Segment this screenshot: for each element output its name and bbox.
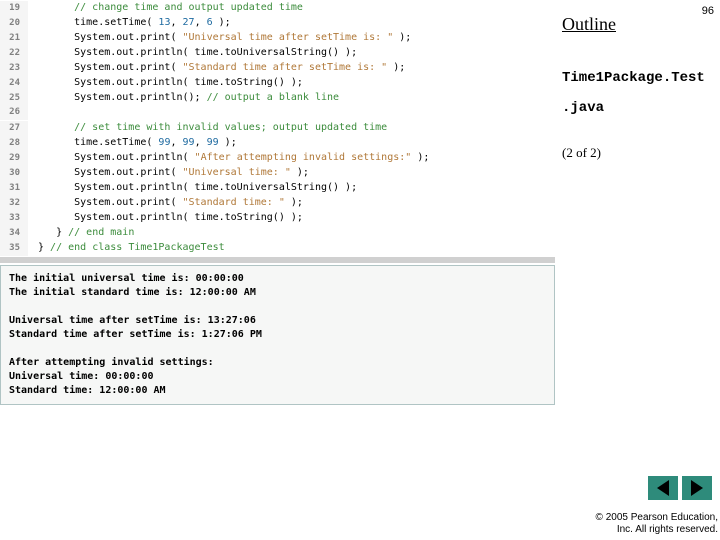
line-number: 30 — [0, 166, 28, 181]
code-content: System.out.println( time.toUniversalStri… — [28, 180, 555, 195]
line-number: 28 — [0, 136, 28, 151]
code-line: 27 // set time with invalid values; outp… — [0, 120, 555, 135]
code-line: 26 — [0, 105, 555, 120]
line-number: 26 — [0, 105, 28, 120]
code-content: System.out.println(); // output a blank … — [28, 90, 555, 105]
code-line: 35} // end class Time1PackageTest — [0, 240, 555, 255]
line-number: 20 — [0, 16, 28, 31]
file-name-line1: Time1Package.Test — [562, 70, 705, 86]
code-editor: 19 // change time and output updated tim… — [0, 0, 555, 405]
file-name-line2: .java — [562, 100, 604, 116]
code-line: 33 System.out.println( time.toString() )… — [0, 210, 555, 225]
code-line: 31 System.out.println( time.toUniversalS… — [0, 180, 555, 195]
code-line: 20 time.setTime( 13, 27, 6 ); — [0, 15, 555, 30]
code-line: 28 time.setTime( 99, 99, 99 ); — [0, 135, 555, 150]
prev-button[interactable] — [648, 476, 678, 500]
line-number: 24 — [0, 76, 28, 91]
code-line: 30 System.out.print( "Universal time: " … — [0, 165, 555, 180]
code-content: System.out.println( time.toString() ); — [28, 75, 555, 90]
code-line: 29 System.out.println( "After attempting… — [0, 150, 555, 165]
code-content: System.out.println( "After attempting in… — [28, 150, 555, 165]
console-output: The initial universal time is: 00:00:00 … — [0, 265, 555, 405]
outline-heading: Outline — [562, 14, 616, 35]
line-number: 19 — [0, 1, 28, 16]
code-line: 25 System.out.println(); // output a bla… — [0, 90, 555, 105]
code-content: time.setTime( 99, 99, 99 ); — [28, 135, 555, 150]
code-content: System.out.print( "Universal time after … — [28, 30, 555, 45]
sidebar: 96 Outline Time1Package.Test .java (2 of… — [560, 0, 720, 540]
code-line: 34 } // end main — [0, 225, 555, 240]
line-number: 25 — [0, 91, 28, 106]
page-indicator: (2 of 2) — [562, 145, 601, 161]
line-number: 32 — [0, 196, 28, 211]
line-number: 31 — [0, 181, 28, 196]
split-bar — [0, 257, 555, 263]
code-content: // change time and output updated time — [28, 0, 555, 15]
line-number: 29 — [0, 151, 28, 166]
code-line: 24 System.out.println( time.toString() )… — [0, 75, 555, 90]
code-content: time.setTime( 13, 27, 6 ); — [28, 15, 555, 30]
copyright-text: © 2005 Pearson Education, Inc. All right… — [558, 512, 718, 536]
code-line: 19 // change time and output updated tim… — [0, 0, 555, 15]
code-line: 32 System.out.print( "Standard time: " )… — [0, 195, 555, 210]
line-number: 22 — [0, 46, 28, 61]
code-content: } // end main — [28, 225, 555, 240]
line-number: 27 — [0, 121, 28, 136]
line-number: 33 — [0, 211, 28, 226]
triangle-left-icon — [657, 480, 669, 496]
page-number: 96 — [702, 5, 714, 17]
code-line: 21 System.out.print( "Universal time aft… — [0, 30, 555, 45]
code-content: System.out.println( time.toString() ); — [28, 210, 555, 225]
code-content: System.out.print( "Standard time after s… — [28, 60, 555, 75]
code-content: } // end class Time1PackageTest — [28, 240, 555, 255]
line-number: 35 — [0, 241, 28, 256]
code-content: // set time with invalid values; output … — [28, 120, 555, 135]
code-content: System.out.print( "Standard time: " ); — [28, 195, 555, 210]
next-button[interactable] — [682, 476, 712, 500]
line-number: 21 — [0, 31, 28, 46]
code-line: 23 System.out.print( "Standard time afte… — [0, 60, 555, 75]
line-number: 23 — [0, 61, 28, 76]
nav-buttons — [648, 476, 712, 500]
triangle-right-icon — [691, 480, 703, 496]
code-content: System.out.println( time.toUniversalStri… — [28, 45, 555, 60]
line-number: 34 — [0, 226, 28, 241]
code-line: 22 System.out.println( time.toUniversalS… — [0, 45, 555, 60]
code-content: System.out.print( "Universal time: " ); — [28, 165, 555, 180]
